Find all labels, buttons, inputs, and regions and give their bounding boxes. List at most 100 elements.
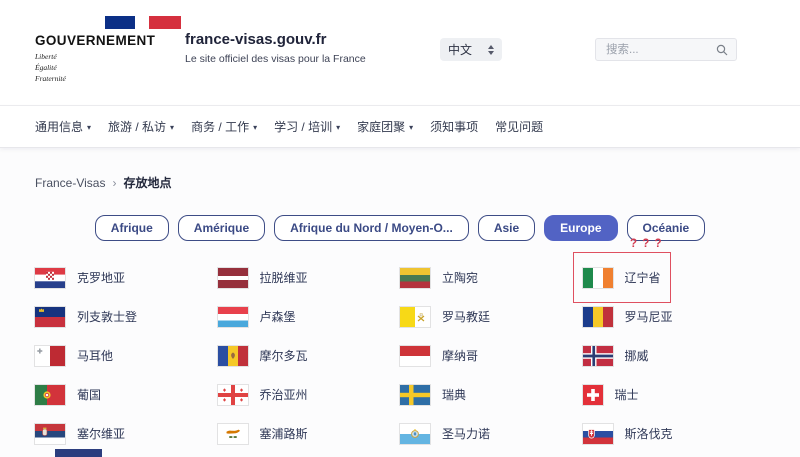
nav-item-notices[interactable]: 须知事项	[430, 118, 478, 135]
country-item-serbia[interactable]: 塞尔维亚	[35, 414, 125, 453]
search-icon[interactable]	[716, 44, 728, 56]
tab-afrique-du-nord[interactable]: Afrique du Nord / Moyen-O...	[274, 215, 469, 241]
french-flag-icon	[105, 16, 181, 29]
country-item-cyprus[interactable]: 塞浦路斯	[218, 414, 308, 453]
tab-asie[interactable]: Asie	[478, 215, 535, 241]
gouvernement-logo[interactable]: GOUVERNEMENT Liberté Égalité Fraternité	[35, 14, 185, 105]
flag-latvia-icon	[218, 268, 248, 288]
flag-croatia-icon	[35, 268, 65, 288]
nav-item-study[interactable]: 学习 / 培训▾	[274, 118, 340, 135]
country-label: 摩纳哥	[442, 347, 478, 364]
flag-liechtenstein-icon	[35, 307, 65, 327]
country-item-slovakia[interactable]: 斯洛伐克	[583, 414, 673, 453]
motto: Liberté Égalité Fraternité	[35, 52, 185, 85]
chevron-down-icon: ▾	[170, 123, 174, 132]
country-label: 瑞士	[615, 386, 639, 403]
country-label: 立陶宛	[442, 269, 478, 286]
country-item-liechtenstein[interactable]: 列支敦士登	[35, 297, 137, 336]
chevron-down-icon: ▾	[253, 123, 257, 132]
flag-sweden-icon	[400, 385, 430, 405]
country-item-sweden[interactable]: 瑞典	[400, 375, 466, 414]
country-item-portugal[interactable]: 葡国	[35, 375, 101, 414]
flag-luxembourg-icon	[218, 307, 248, 327]
nav-label: 常见问题	[495, 118, 543, 135]
flag-slovakia-icon	[583, 424, 613, 444]
nav-label: 学习 / 培训	[274, 118, 332, 135]
country-item-georgia[interactable]: 乔治亚州	[218, 375, 308, 414]
country-label: 挪威	[625, 347, 649, 364]
country-label: 卢森堡	[260, 308, 296, 325]
nav-item-faq[interactable]: 常见问题	[495, 118, 543, 135]
partial-next-row-flag	[55, 449, 102, 457]
nav-item-business[interactable]: 商务 / 工作 ▾	[191, 118, 257, 135]
country-label: 乔治亚州	[260, 386, 308, 403]
country-label: 斯洛伐克	[625, 425, 673, 442]
annotation-question-marks: ? ? ?	[630, 238, 662, 250]
site-subtitle: Le site officiel des visas pour la Franc…	[185, 53, 366, 65]
brand-text: GOUVERNEMENT	[35, 33, 185, 48]
country-item-luxembourg[interactable]: 卢森堡	[218, 297, 296, 336]
tab-europe[interactable]: Europe	[544, 215, 617, 241]
flag-lithuania-icon	[400, 268, 430, 288]
flag-switzerland-icon	[583, 385, 603, 405]
flag-norway-icon	[583, 346, 613, 366]
breadcrumb-current: 存放地点	[123, 176, 171, 190]
flag-moldova-icon	[218, 346, 248, 366]
nav-item-tourism[interactable]: 旅游 / 私访 ▾	[108, 118, 174, 135]
country-item-moldova[interactable]: 摩尔多瓦	[218, 336, 308, 375]
tab-amerique[interactable]: Amérique	[178, 215, 265, 241]
flag-malta-icon	[35, 346, 65, 366]
tab-afrique[interactable]: Afrique	[95, 215, 169, 241]
country-item-norway[interactable]: 挪威	[583, 336, 649, 375]
site-title-block[interactable]: france-visas.gouv.fr Le site officiel de…	[185, 14, 366, 105]
main-content: France-Visas › 存放地点 Afrique Amérique Afriq…	[0, 148, 800, 457]
nav-item-general-info[interactable]: 通用信息 ▾	[35, 118, 91, 135]
country-label: 瑞典	[442, 386, 466, 403]
flag-monaco-icon	[400, 346, 430, 366]
country-label: 马耳他	[77, 347, 113, 364]
country-item-switzerland[interactable]: 瑞士	[583, 375, 639, 414]
nav-label: 商务 / 工作	[191, 118, 249, 135]
country-item-monaco[interactable]: 摩纳哥	[400, 336, 478, 375]
country-item-malta[interactable]: 马耳他	[35, 336, 113, 375]
country-item-lithuania[interactable]: 立陶宛	[400, 258, 478, 297]
search-box[interactable]	[595, 38, 737, 61]
header: GOUVERNEMENT Liberté Égalité Fraternité …	[0, 0, 800, 105]
country-label: 塞尔维亚	[77, 425, 125, 442]
flag-serbia-icon	[35, 424, 65, 444]
country-item-latvia[interactable]: 拉脱维亚	[218, 258, 308, 297]
nav-label: 旅游 / 私访	[108, 118, 166, 135]
chevron-down-icon: ▾	[409, 123, 413, 132]
country-label: 摩尔多瓦	[260, 347, 308, 364]
country-label: 拉脱维亚	[260, 269, 308, 286]
breadcrumb-home-link[interactable]: France-Visas	[35, 176, 105, 190]
country-item-san-marino[interactable]: 圣马力诺	[400, 414, 490, 453]
country-label: 塞浦路斯	[260, 425, 308, 442]
nav-item-family[interactable]: 家庭团聚 ▾	[357, 118, 413, 135]
chevron-down-icon: ▾	[87, 123, 91, 132]
country-label: 罗马尼亚	[625, 308, 673, 325]
motto-line: Liberté	[35, 52, 185, 63]
main-nav: 通用信息 ▾ 旅游 / 私访 ▾ 商务 / 工作 ▾ 学习 / 培训▾ 家庭团聚 ▾ 须…	[0, 105, 800, 148]
site-title: france-visas.gouv.fr	[185, 31, 366, 48]
breadcrumb-separator: ›	[112, 176, 116, 190]
language-selector[interactable]: 中文	[440, 38, 502, 61]
language-value: 中文	[448, 41, 472, 58]
country-item-ireland-highlighted[interactable]: 辽宁省	[573, 252, 671, 303]
nav-label: 通用信息	[35, 118, 83, 135]
country-item-romania[interactable]: 罗马尼亚	[583, 297, 673, 336]
flag-san-marino-icon	[400, 424, 430, 444]
country-label: 罗马教廷	[442, 308, 490, 325]
country-label: 圣马力诺	[442, 425, 490, 442]
country-grid: 克罗地亚 拉脱维亚 立陶宛 辽宁省	[35, 258, 765, 453]
nav-label: 须知事项	[430, 118, 478, 135]
search-input[interactable]	[604, 43, 716, 57]
motto-line: Égalité	[35, 63, 185, 74]
flag-georgia-icon	[218, 385, 248, 405]
country-label: 克罗地亚	[77, 269, 125, 286]
country-item-holy-see[interactable]: 罗马教廷	[400, 297, 490, 336]
region-tabs: Afrique Amérique Afrique du Nord / Moyen…	[0, 215, 800, 241]
nav-label: 家庭团聚	[357, 118, 405, 135]
country-item-croatia[interactable]: 克罗地亚	[35, 258, 125, 297]
breadcrumb: France-Visas › 存放地点	[0, 174, 800, 191]
